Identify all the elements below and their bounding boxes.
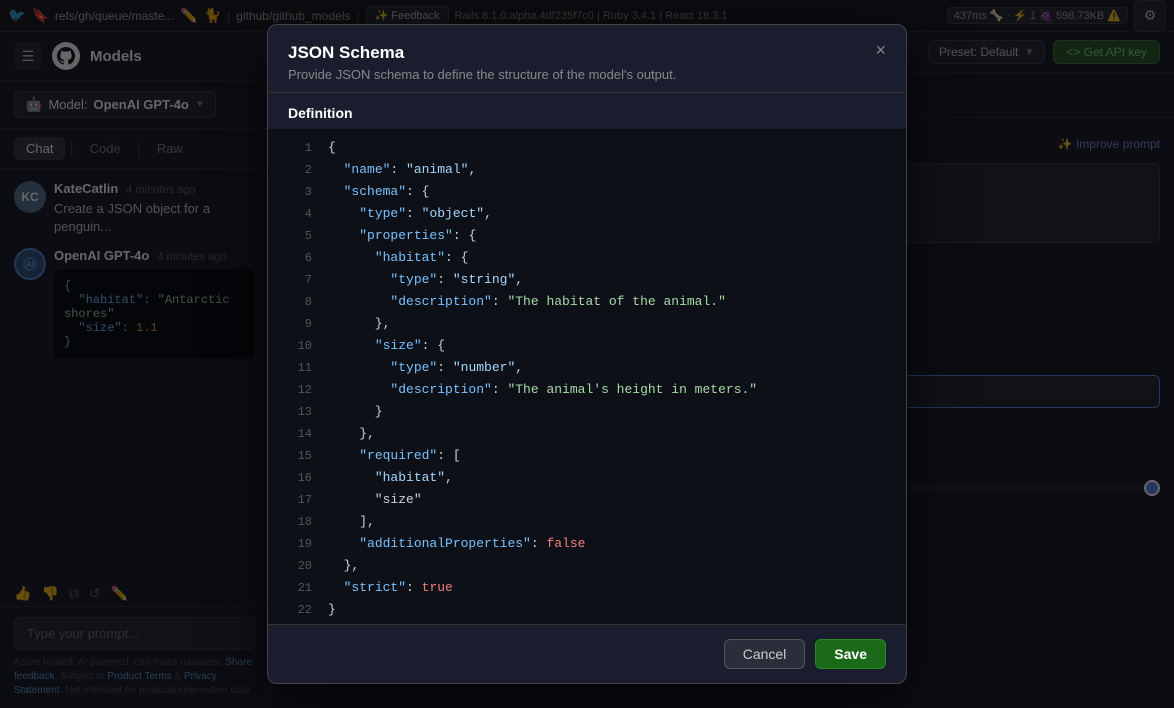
modal-close-btn[interactable]: × [875,41,886,59]
code-line: 3 "schema": { [268,181,906,203]
code-line: 11 "type": "number", [268,357,906,379]
code-line: 19 "additionalProperties": false [268,533,906,555]
code-line: 15 "required": [ [268,445,906,467]
modal-header: JSON Schema Provide JSON schema to defin… [268,25,906,93]
code-line: 9 }, [268,313,906,335]
code-line: 20 }, [268,555,906,577]
modal-header-text: JSON Schema Provide JSON schema to defin… [288,43,676,82]
code-line: 16 "habitat", [268,467,906,489]
code-line: 12 "description": "The animal's height i… [268,379,906,401]
modal-footer: Cancel Save [268,624,906,683]
code-line: 10 "size": { [268,335,906,357]
code-line: 8 "description": "The habitat of the ani… [268,291,906,313]
code-line: 22} [268,599,906,621]
modal-subtitle: Provide JSON schema to define the struct… [288,67,676,82]
code-line: 1{ [268,137,906,159]
save-button[interactable]: Save [815,639,886,669]
code-line: 5 "properties": { [268,225,906,247]
json-schema-modal: JSON Schema Provide JSON schema to defin… [267,24,907,684]
code-editor[interactable]: 1{2 "name": "animal",3 "schema": {4 "typ… [268,129,906,624]
code-line: 6 "habitat": { [268,247,906,269]
modal-section-label: Definition [268,93,906,129]
code-line: 14 }, [268,423,906,445]
modal-title: JSON Schema [288,43,676,63]
code-line: 21 "strict": true [268,577,906,599]
code-line: 4 "type": "object", [268,203,906,225]
code-line: 13 } [268,401,906,423]
code-line: 2 "name": "animal", [268,159,906,181]
code-line: 18 ], [268,511,906,533]
cancel-button[interactable]: Cancel [724,639,806,669]
code-line: 17 "size" [268,489,906,511]
code-line: 7 "type": "string", [268,269,906,291]
modal-backdrop: JSON Schema Provide JSON schema to defin… [0,0,1174,708]
